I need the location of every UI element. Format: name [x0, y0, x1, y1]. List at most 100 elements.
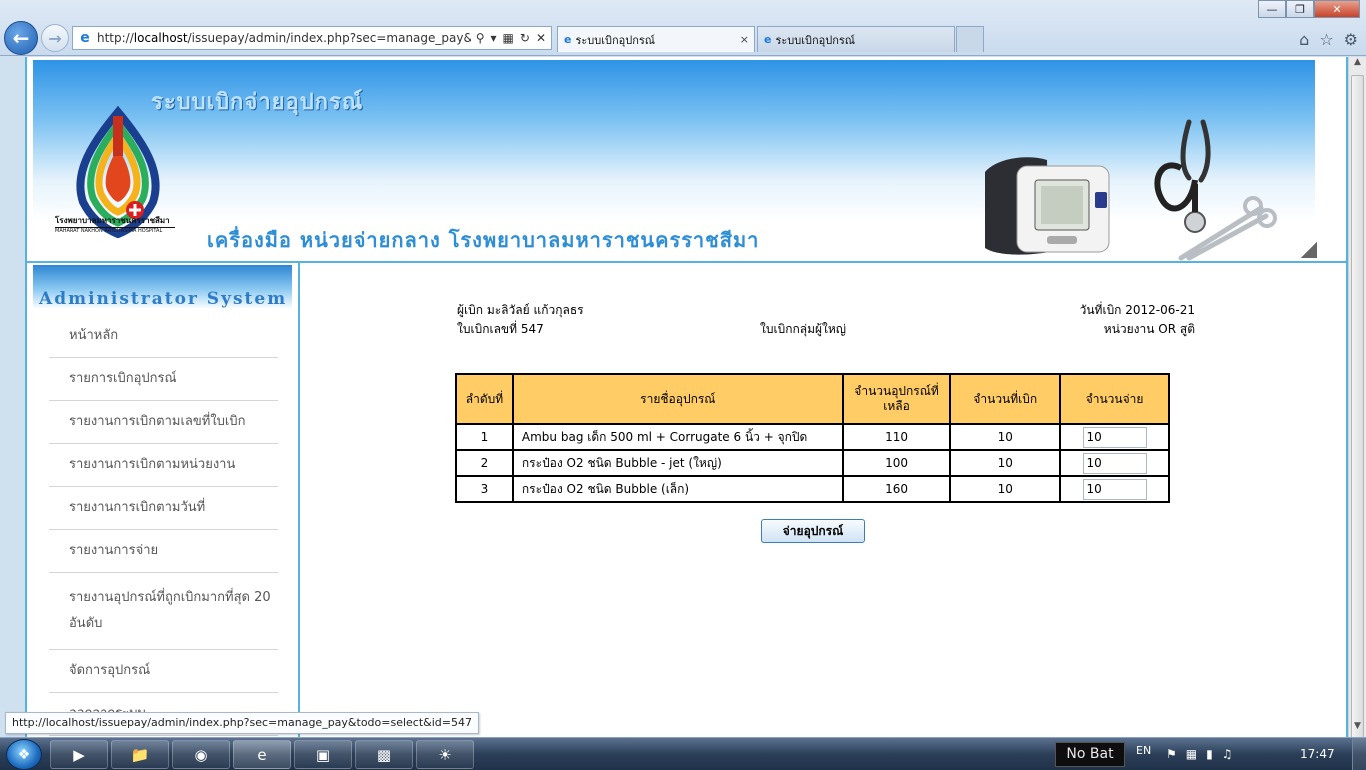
favorites-star-icon[interactable]: ☆	[1319, 30, 1333, 49]
network-icon[interactable]: ▦	[1186, 747, 1197, 761]
gear-icon[interactable]: ⚙	[1344, 30, 1358, 49]
table-row: 3 กระป๋อง O2 ชนิด Bubble (เล็ก) 160 10	[455, 475, 1170, 503]
col-header-name: รายชื่ออุปกรณ์	[511, 373, 844, 425]
url-prefix: http://	[97, 31, 134, 45]
search-icon[interactable]: ⚲	[476, 31, 485, 45]
browser-chrome: ← → e http://localhost/issuepay/admin/in…	[0, 0, 1366, 56]
maximize-button[interactable]: ❐	[1286, 0, 1314, 18]
flag-icon[interactable]: ⚑	[1166, 747, 1177, 761]
battery-status: No Bat	[1055, 742, 1125, 767]
cell-pay	[1059, 423, 1170, 451]
app-12-taskbar-icon[interactable]: ▩	[355, 740, 413, 769]
sidebar-item-label: รายการเบิกอุปกรณ์	[69, 371, 177, 386]
cell-remaining: 160	[841, 475, 952, 503]
ie-tab-icon: e	[564, 33, 572, 46]
tab-label: ระบบเบิกอุปกรณ์	[575, 33, 656, 47]
sidebar-item-report-by-slip[interactable]: รายงานการเบิกตามเลขที่ใบเบิก	[49, 401, 278, 444]
sidebar-header-title: Administrator System	[39, 289, 288, 309]
pay-equipment-button[interactable]: จ่ายอุปกรณ์	[761, 519, 865, 543]
pay-quantity-input[interactable]	[1082, 478, 1147, 500]
system-tray: ⚑ ▦ ▮ ♫	[1166, 747, 1232, 761]
refresh-icon[interactable]: ↻	[520, 31, 530, 45]
sidebar-item-label: รายงานการจ่าย	[69, 543, 159, 558]
table-row: 1 Ambu bag เด็ก 500 ml + Corrugate 6 นิ้…	[455, 423, 1170, 451]
main-content: ผู้เบิก มะลิวัลย์ แก้วกุลธร วันที่เบิก 2…	[302, 263, 1346, 737]
pay-quantity-input[interactable]	[1082, 426, 1147, 448]
col-header-pay: จำนวนจ่าย	[1059, 373, 1170, 425]
url-path: /issuepay/admin/index.php?sec=manage_pay…	[187, 31, 471, 45]
home-icon[interactable]: ⌂	[1299, 30, 1309, 49]
cell-item-name: Ambu bag เด็ก 500 ml + Corrugate 6 นิ้ว …	[511, 423, 844, 451]
slip-number: ใบเบิกเลขที่ 547	[457, 322, 544, 336]
cell-remaining: 110	[841, 423, 952, 451]
sidebar-item-top20[interactable]: รายงานอุปกรณ์ที่ถูกเบิกมากที่สุด 20 อันด…	[49, 573, 278, 650]
logo-caption-th: โรงพยาบาลมหาราชนครราชสีมา	[55, 214, 175, 228]
forward-button[interactable]: →	[41, 24, 69, 52]
header-banner: ระบบเบิกจ่ายอุปกรณ์ โรงพยาบาลมหาราชนครรา…	[33, 60, 1317, 261]
ie-tab-icon: e	[764, 33, 772, 46]
blood-pressure-monitor-image	[985, 157, 1110, 255]
sidebar-item-report-pay[interactable]: รายงานการจ่าย	[49, 530, 278, 573]
scroll-up-icon[interactable]: ▲	[1349, 57, 1366, 73]
slip-group: ใบเบิกกลุ่มผู้ใหญ่	[760, 322, 847, 336]
close-window-button[interactable]: ✕	[1314, 0, 1360, 18]
file-explorer-taskbar-icon[interactable]: 📁	[111, 740, 169, 769]
ie-toolbar: ⌂ ☆ ⚙	[1299, 30, 1358, 49]
tab-close-icon[interactable]: ×	[740, 33, 749, 46]
logo-caption-en: MAHARAT NAKHON RATCHASIMA HOSPITAL	[55, 228, 163, 234]
taskbar: ❖ ▶ 📁 ◉ e ▣ ▩ ☀ No Bat EN ⚑ ▦ ▮ ♫ 17:47	[0, 737, 1366, 770]
back-button[interactable]: ←	[4, 21, 38, 55]
col-header-requested: จำนวนที่เบิก	[949, 373, 1062, 425]
sidebar: Administrator System หน้าหลัก รายการเบิก…	[27, 263, 300, 737]
cell-no: 3	[455, 475, 514, 503]
tab-active[interactable]: e ระบบเบิกอุปกรณ์ ×	[557, 26, 755, 52]
compat-view-icon[interactable]: ▦	[503, 31, 514, 45]
cell-pay	[1059, 449, 1170, 477]
sidebar-item-label: รายงานการเบิกตามหน่วยงาน	[69, 457, 236, 472]
clock[interactable]: 17:47	[1300, 747, 1335, 761]
minimize-button[interactable]: —	[1258, 0, 1286, 18]
stop-icon[interactable]: ✕	[536, 31, 546, 45]
language-indicator[interactable]: EN	[1136, 744, 1151, 757]
app-taskbar-icon[interactable]: ▣	[294, 740, 352, 769]
pay-quantity-input[interactable]	[1082, 452, 1147, 474]
ie-taskbar-icon[interactable]: e	[233, 740, 291, 769]
table-header-row: ลำดับที่ รายชื่ออุปกรณ์ จำนวนอุปกรณ์ที่เ…	[455, 373, 1170, 425]
col-header-no: ลำดับที่	[455, 373, 514, 425]
address-url[interactable]: http://localhost/issuepay/admin/index.ph…	[97, 31, 471, 45]
page-viewport: ระบบเบิกจ่ายอุปกรณ์ โรงพยาบาลมหาราชนครรา…	[25, 57, 1348, 737]
status-bar-url: http://localhost/issuepay/admin/index.ph…	[5, 712, 479, 734]
dropdown-icon[interactable]: ▾	[491, 31, 497, 45]
scrollbar-thumb[interactable]	[1351, 75, 1364, 747]
sidebar-item-label: รายงานการเบิกตามเลขที่ใบเบิก	[69, 414, 246, 429]
sidebar-header: Administrator System	[33, 265, 292, 309]
address-bar[interactable]: e http://localhost/issuepay/admin/index.…	[72, 26, 552, 50]
sidebar-item-home[interactable]: หน้าหลัก	[49, 315, 278, 358]
sidebar-item-request-list[interactable]: รายการเบิกอุปกรณ์	[49, 358, 278, 401]
requester-name: ผู้เบิก มะลิวัลย์ แก้วกุลธร	[457, 303, 584, 317]
scroll-down-icon[interactable]: ▼	[1349, 721, 1366, 737]
table-row: 2 กระป๋อง O2 ชนิด Bubble - jet (ใหญ่) 10…	[455, 449, 1170, 477]
col-header-remaining: จำนวนอุปกรณ์ที่เหลือ	[841, 373, 952, 425]
vertical-scrollbar[interactable]: ▲ ▼	[1348, 57, 1366, 747]
volume-icon[interactable]: ♫	[1222, 747, 1233, 761]
sidebar-item-report-by-date[interactable]: รายงานการเบิกตามวันที่	[49, 487, 278, 530]
paint-taskbar-icon[interactable]: ☀	[416, 740, 474, 769]
signal-icon[interactable]: ▮	[1206, 747, 1213, 761]
stethoscope-image	[1154, 119, 1277, 261]
hospital-logo-caption: โรงพยาบาลมหาราชนครราชสีมา MAHARAT NAKHON…	[55, 214, 175, 234]
chrome-taskbar-icon[interactable]: ◉	[172, 740, 230, 769]
tab-label: ระบบเบิกอุปกรณ์	[775, 33, 856, 47]
tab-inactive[interactable]: e ระบบเบิกอุปกรณ์	[757, 26, 955, 52]
resize-grip-icon	[1301, 242, 1317, 258]
show-desktop-button[interactable]	[1352, 738, 1366, 770]
media-player-taskbar-icon[interactable]: ▶	[50, 740, 108, 769]
cell-requested: 10	[949, 475, 1062, 503]
items-table: ลำดับที่ รายชื่ออุปกรณ์ จำนวนอุปกรณ์ที่เ…	[455, 373, 1170, 503]
start-button[interactable]: ❖	[6, 739, 42, 770]
sidebar-item-report-by-dept[interactable]: รายงานการเบิกตามหน่วยงาน	[49, 444, 278, 487]
new-tab-button[interactable]	[956, 26, 984, 52]
arrow-left-icon: ←	[12, 26, 30, 50]
window-controls: — ❐ ✕	[1258, 0, 1360, 18]
sidebar-item-manage-equipment[interactable]: จัดการอุปกรณ์	[49, 650, 278, 693]
